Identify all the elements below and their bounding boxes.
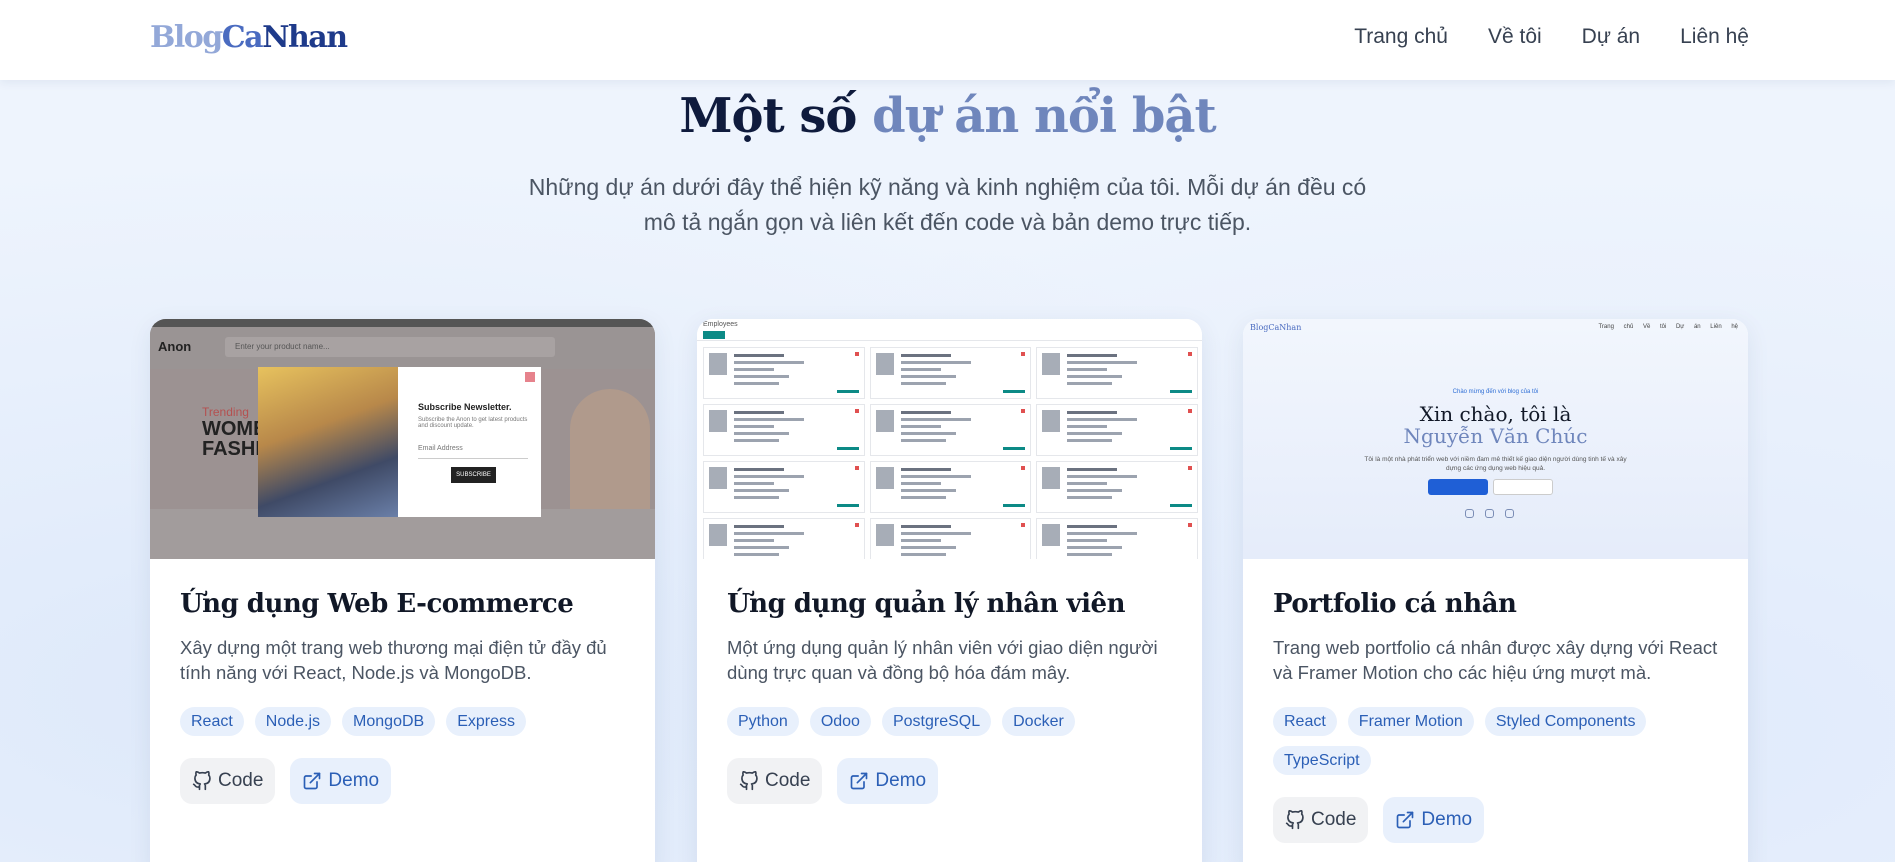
nav-home[interactable]: Trang chủ <box>1354 25 1448 49</box>
employee-mini-card <box>869 404 1032 456</box>
external-link-icon <box>304 772 321 790</box>
project-title: Ứng dụng Web E-commerce <box>180 589 574 619</box>
tech-tag: Odoo <box>809 707 871 736</box>
tech-tag: Docker <box>1002 707 1075 736</box>
project-description: Xây dựng một trang web thương mại điện t… <box>180 637 607 683</box>
tech-tags: React Framer Motion Styled Components Ty… <box>1273 707 1718 775</box>
employee-mini-card <box>869 347 1032 399</box>
code-button[interactable]: Code <box>1273 797 1369 843</box>
external-link-icon <box>851 772 868 790</box>
project-description: Trang web portfolio cá nhân được xây dựn… <box>1273 637 1718 683</box>
nav-contact[interactable]: Liên hệ <box>1680 25 1749 49</box>
employee-mini-card <box>1036 347 1198 399</box>
newsletter-popup: Subscribe Newsletter. Subscribe the Anon… <box>258 367 541 517</box>
github-icon <box>192 771 211 791</box>
employee-mini-card <box>703 518 865 559</box>
employee-mini-card <box>1036 404 1198 456</box>
code-button[interactable]: Code <box>180 758 276 804</box>
project-thumbnail[interactable]: BlogCaNhan Trang chủ Về tôi Dự án Liên h… <box>1243 319 1748 559</box>
external-link-icon <box>1397 811 1414 829</box>
project-card-employee-management: Employees Ứng dụng quản lý nhân viên Một… <box>697 319 1202 862</box>
main-nav: Trang chủ Về tôi Dự án Liên hệ <box>1354 25 1749 49</box>
code-button[interactable]: Code <box>727 758 823 804</box>
tech-tag: Python <box>727 707 799 736</box>
site-logo[interactable]: BlogCaNhan <box>150 20 348 55</box>
tech-tags: Python Odoo PostgreSQL Docker <box>727 707 1172 736</box>
tech-tag: Node.js <box>254 707 332 736</box>
nav-projects[interactable]: Dự án <box>1582 25 1640 49</box>
project-card-ecommerce: Anon Enter your product name... Trending… <box>150 319 655 862</box>
project-description: Một ứng dụng quản lý nhân viên với giao … <box>727 637 1158 683</box>
employee-mini-card <box>1036 461 1198 513</box>
tech-tag: React <box>1273 707 1337 736</box>
tech-tag: MongoDB <box>342 707 436 736</box>
employee-mini-card <box>1036 518 1198 559</box>
tech-tag: React <box>180 707 244 736</box>
tech-tag: Styled Components <box>1484 707 1647 736</box>
project-title: Portfolio cá nhân <box>1273 589 1517 619</box>
section-subtitle: Những dự án dưới đây thể hiện kỹ năng và… <box>528 174 1367 235</box>
github-icon <box>1285 810 1304 830</box>
tech-tag: Express <box>446 707 526 736</box>
project-thumbnail[interactable]: Anon Enter your product name... Trending… <box>150 319 655 559</box>
tech-tags: React Node.js MongoDB Express <box>180 707 625 736</box>
project-card-portfolio: BlogCaNhan Trang chủ Về tôi Dự án Liên h… <box>1243 319 1748 862</box>
demo-button[interactable]: Demo <box>1383 797 1485 843</box>
close-icon <box>525 372 535 382</box>
employee-mini-card <box>703 347 865 399</box>
demo-button[interactable]: Demo <box>290 758 392 804</box>
employee-mini-card <box>703 461 865 513</box>
employee-mini-card <box>869 518 1032 559</box>
project-title: Ứng dụng quản lý nhân viên <box>727 589 1126 619</box>
github-icon <box>739 771 758 791</box>
demo-button[interactable]: Demo <box>837 758 939 804</box>
tech-tag: PostgreSQL <box>881 707 992 736</box>
employee-mini-card <box>703 404 865 456</box>
site-header: BlogCaNhan Trang chủ Về tôi Dự án Liên h… <box>0 0 1895 80</box>
section-title: Một số dự án nổi bật <box>679 88 1216 144</box>
employee-mini-card <box>869 461 1032 513</box>
tech-tag: TypeScript <box>1273 746 1371 775</box>
tech-tag: Framer Motion <box>1347 707 1474 736</box>
nav-about[interactable]: Về tôi <box>1488 25 1542 49</box>
project-thumbnail[interactable]: Employees <box>697 319 1202 559</box>
